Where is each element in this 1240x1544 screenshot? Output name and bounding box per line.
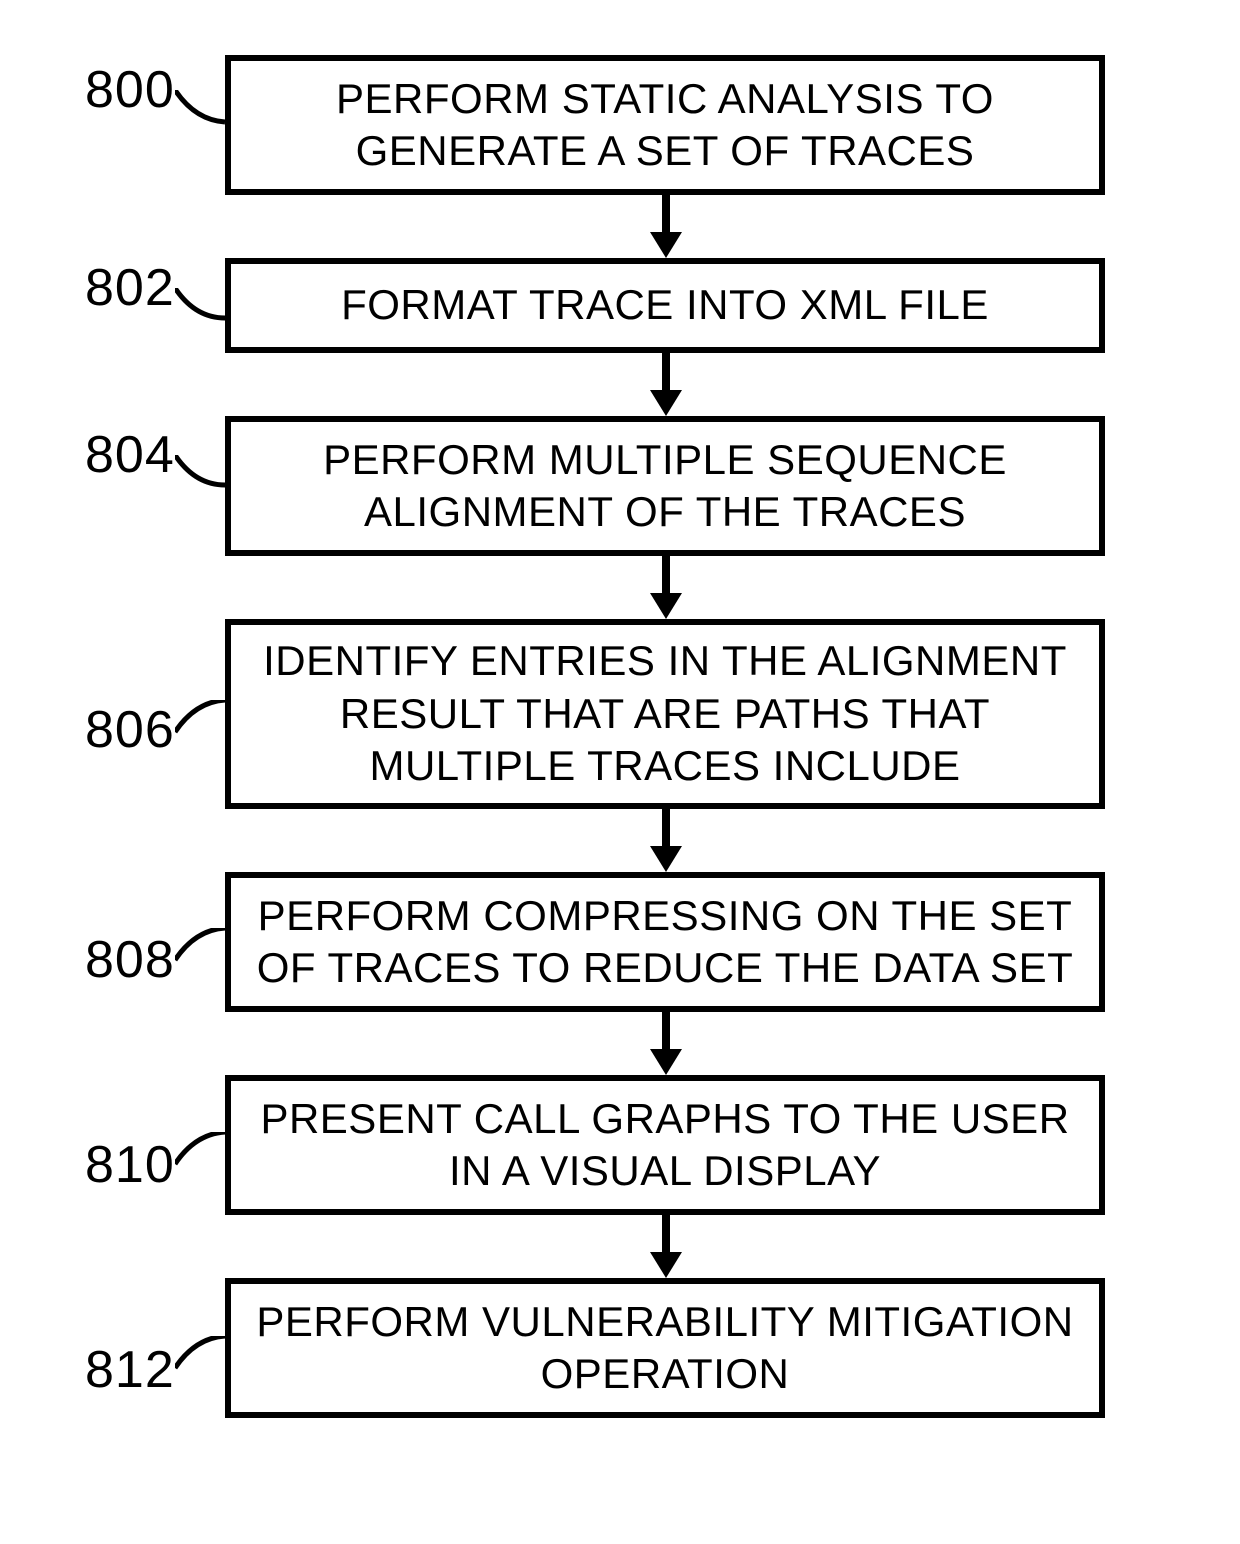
step-box-804: PERFORM MULTIPLE SEQUENCE ALIGNMENT OF T…	[225, 416, 1105, 556]
flowchart-canvas: PERFORM STATIC ANALYSIS TO GENERATE A SE…	[0, 0, 1240, 1544]
arrow-head-804-806	[650, 593, 682, 619]
ref-label-802: 802	[85, 258, 175, 318]
arrow-808-810	[662, 1012, 670, 1054]
step-box-802: FORMAT TRACE INTO XML FILE	[225, 258, 1105, 353]
arrow-head-810-812	[650, 1252, 682, 1278]
ref-label-808: 808	[85, 930, 175, 990]
step-box-808: PERFORM COMPRESSING ON THE SET OF TRACES…	[225, 872, 1105, 1012]
step-box-812: PERFORM VULNERABILITY MITIGATION OPERATI…	[225, 1278, 1105, 1418]
leader-line-800	[175, 90, 235, 130]
ref-label-804: 804	[85, 425, 175, 485]
leader-line-812	[175, 1336, 235, 1376]
step-box-806: IDENTIFY ENTRIES IN THE ALIGNMENT RESULT…	[225, 619, 1105, 809]
arrow-804-806	[662, 556, 670, 598]
arrow-head-806-808	[650, 846, 682, 872]
step-box-810: PRESENT CALL GRAPHS TO THE USER IN A VIS…	[225, 1075, 1105, 1215]
arrow-802-804	[662, 353, 670, 395]
arrow-head-800-802	[650, 232, 682, 258]
leader-line-806	[175, 700, 235, 740]
arrow-800-802	[662, 195, 670, 237]
arrow-806-808	[662, 809, 670, 851]
leader-line-802	[175, 288, 235, 328]
arrow-head-802-804	[650, 390, 682, 416]
leader-line-808	[175, 928, 235, 968]
ref-label-810: 810	[85, 1135, 175, 1195]
leader-line-810	[175, 1132, 235, 1172]
ref-label-806: 806	[85, 700, 175, 760]
arrow-810-812	[662, 1215, 670, 1257]
ref-label-812: 812	[85, 1340, 175, 1400]
arrow-head-808-810	[650, 1049, 682, 1075]
leader-line-804	[175, 455, 235, 495]
ref-label-800: 800	[85, 60, 175, 120]
step-box-800: PERFORM STATIC ANALYSIS TO GENERATE A SE…	[225, 55, 1105, 195]
